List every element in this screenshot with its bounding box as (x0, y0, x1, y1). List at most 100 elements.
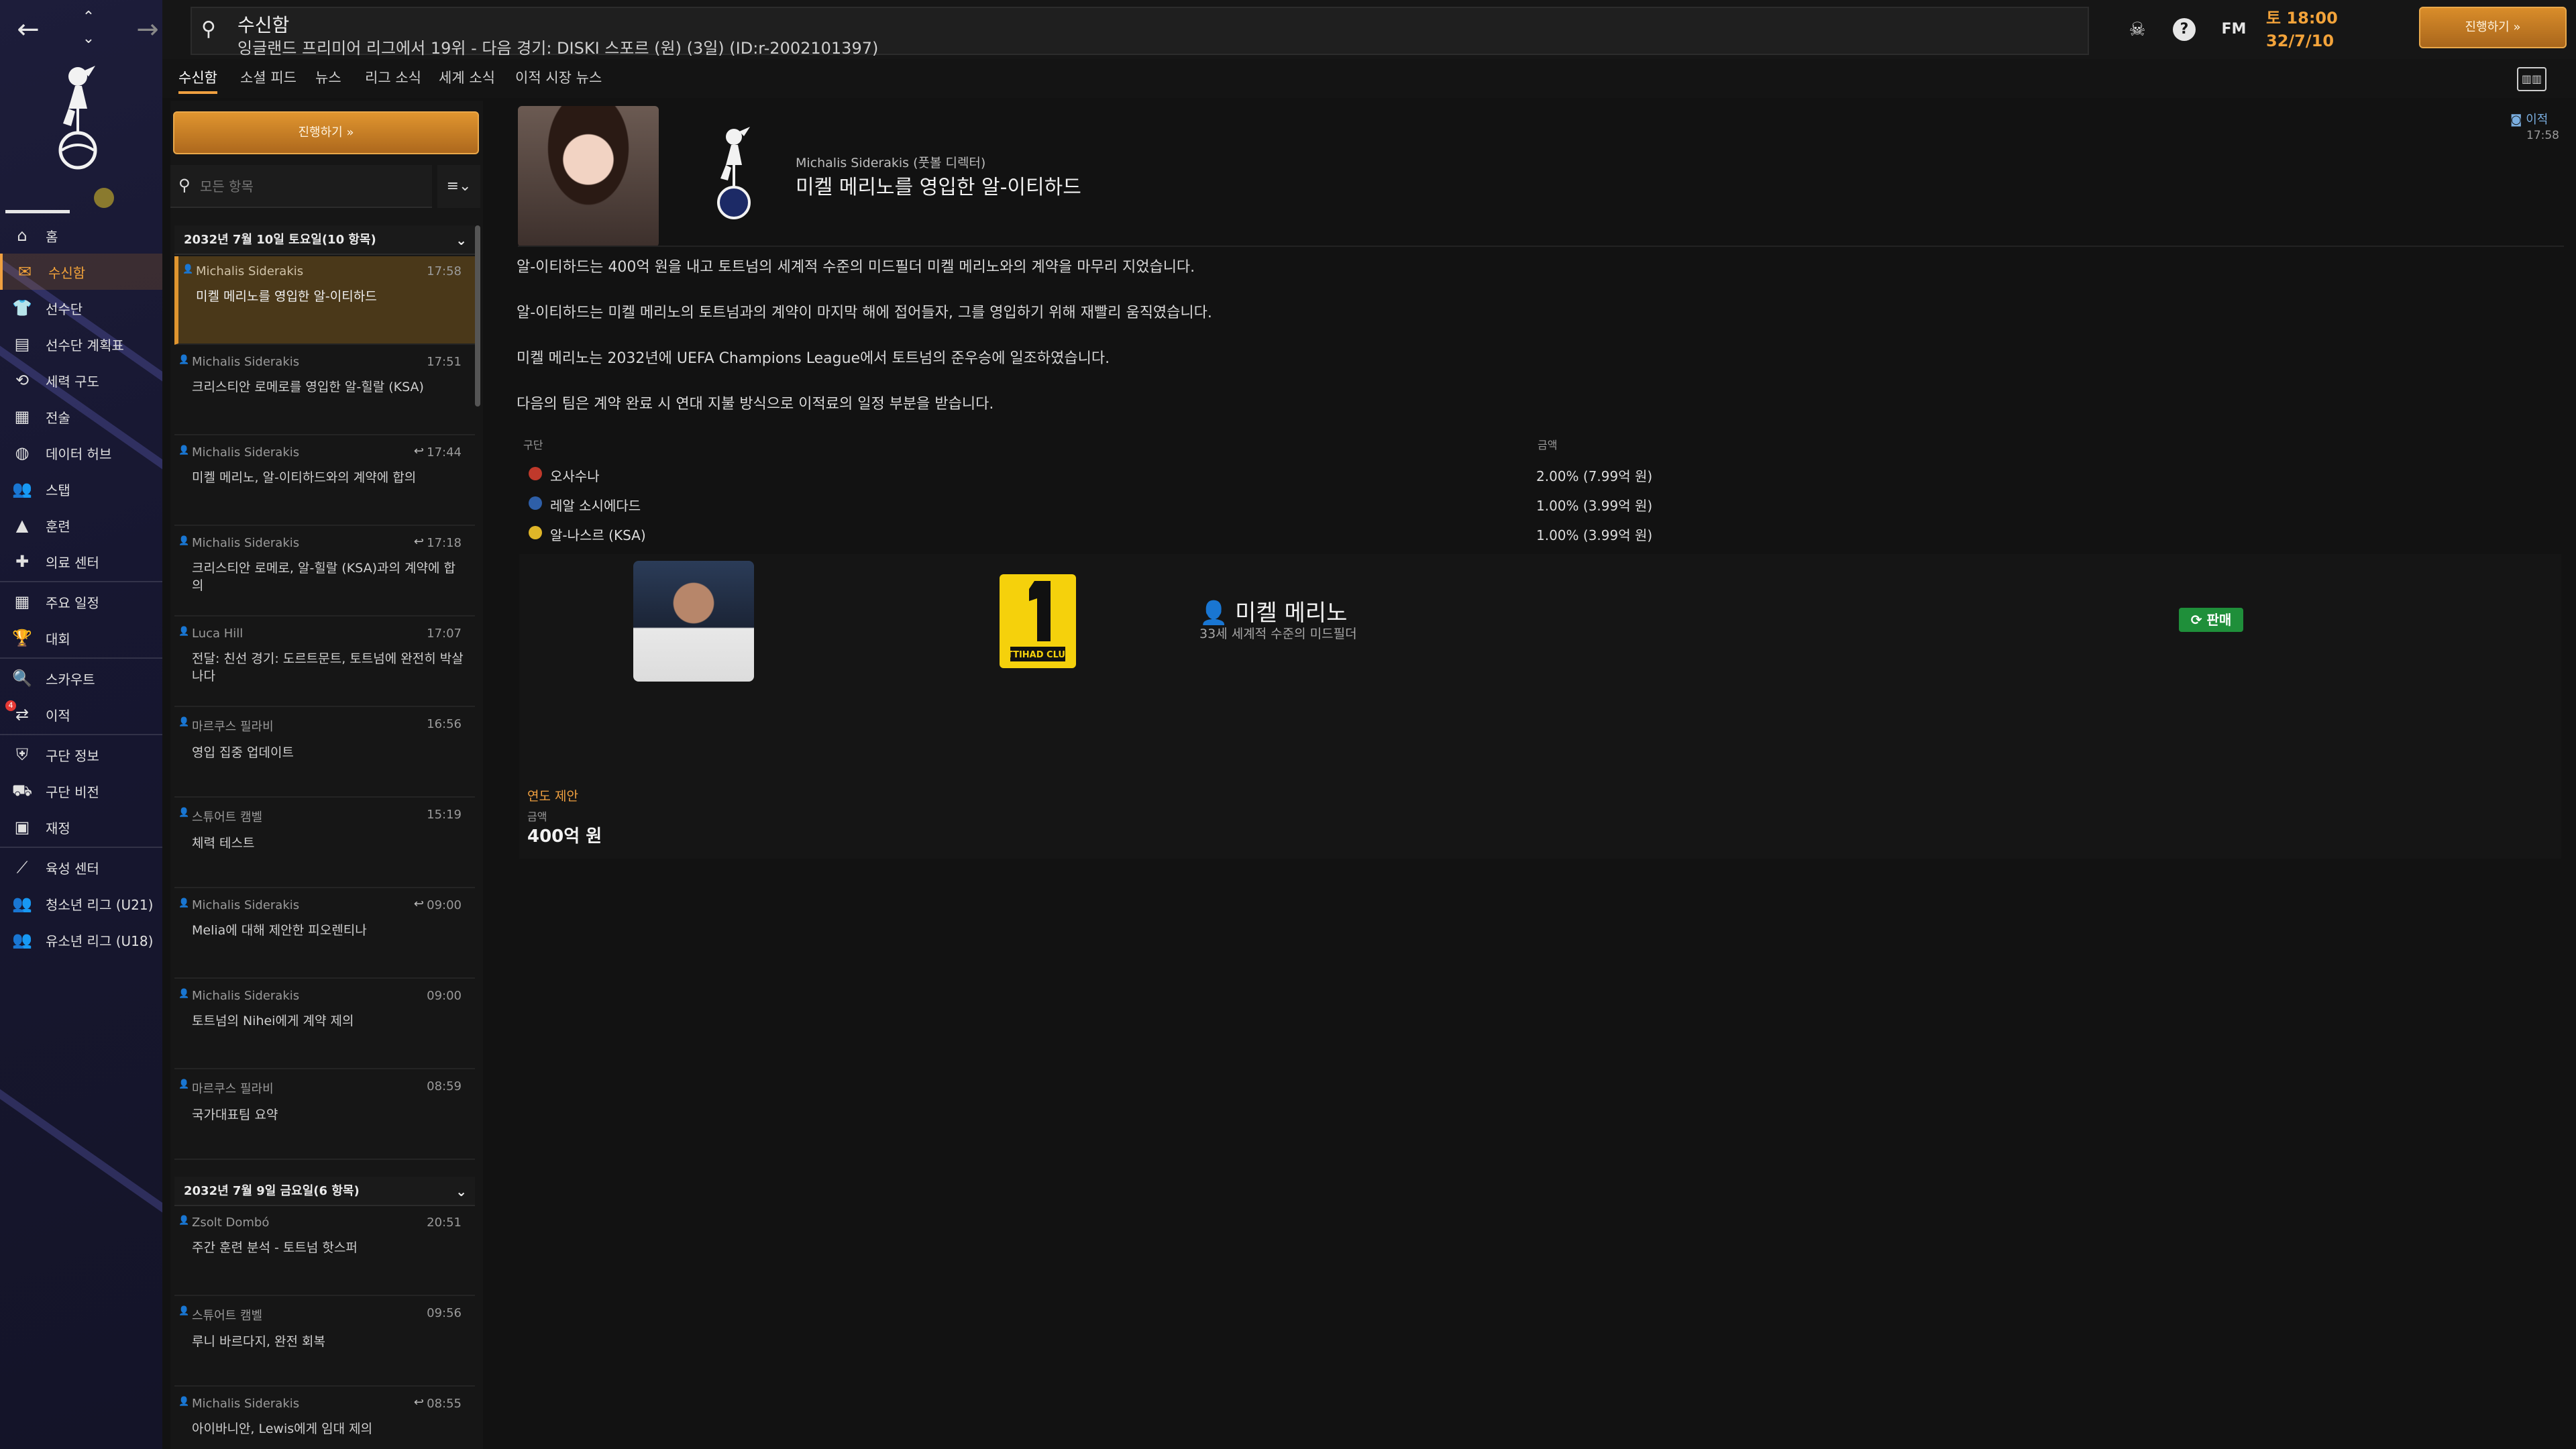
message-time: 20:51 (427, 1216, 462, 1230)
youth-icon: 👥 (12, 930, 32, 949)
table-row[interactable]: 알-나스르 (KSA) 1.00% (3.99억 원) (521, 519, 2037, 549)
club-crest-icon[interactable] (708, 123, 762, 231)
sidebar-item-staff[interactable]: 👥 스탭 (0, 471, 162, 507)
sidebar-item-scouting[interactable]: 🔍 스카우트 (0, 660, 162, 696)
fm-menu-button[interactable]: FM (2219, 15, 2249, 44)
list-item[interactable]: Michalis Siderakis ↩ 17:18 크리스티안 로메로, 알-… (174, 528, 475, 616)
player-photo[interactable] (633, 561, 754, 682)
tab-transfer-news[interactable]: 이적 시장 뉴스 (515, 67, 602, 94)
sidebar-item-inbox[interactable]: ✉ 수신함 (0, 254, 162, 290)
club-crest-icon[interactable] (48, 62, 110, 182)
fee-type-link[interactable]: 연도 제안 (527, 786, 578, 804)
date-group-label: 2032년 7월 9일 금요일(6 항목) (184, 1184, 360, 1198)
table-row[interactable]: 오사수나 2.00% (7.99억 원) (521, 460, 2037, 490)
sidebar-item-home[interactable]: ⌂ 홈 (0, 217, 162, 254)
tab-news[interactable]: 뉴스 (315, 67, 341, 94)
sidebar-item-label: 주요 일정 (46, 594, 99, 611)
sidebar-item-label: 구단 정보 (46, 747, 99, 764)
sidebar-item-training[interactable]: ▲ 훈련 (0, 507, 162, 543)
clock-date: 32/7/10 (2266, 32, 2334, 50)
crest-tab[interactable] (5, 193, 70, 213)
game-clock[interactable]: 토 18:00 32/7/10 (2266, 7, 2347, 54)
date-group-header[interactable]: 2032년 7월 9일 금요일(6 항목) ⌄ (174, 1177, 475, 1206)
message-sender: Zsolt Dombó (178, 1216, 466, 1230)
list-item[interactable]: Zsolt Dombó 20:51 주간 훈련 분석 - 토트넘 핫스퍼 (174, 1208, 475, 1296)
sidebar-item-tactics[interactable]: ▦ 전술 (0, 398, 162, 435)
layout-toggle-icon[interactable]: ▥▥ (2517, 67, 2546, 91)
sidebar: ← ⌃ ⌄ → ⌂ 홈 ✉ 수신함 👕 선수단 ▤ 선수단 계획표 ⟲ 세력 구도 ▦ 전술 … (0, 0, 162, 1449)
sidebar-item-label: 세력 구도 (46, 373, 99, 390)
list-item[interactable]: 스튜어트 캠벨 09:56 루니 바르다지, 완전 회복 (174, 1298, 475, 1387)
ittihad-club-badge-icon[interactable]: ITTIHAD CLUB (997, 572, 1079, 671)
sidebar-item-squad-planner[interactable]: ▤ 선수단 계획표 (0, 326, 162, 362)
sidebar-item-club-vision[interactable]: ⛟ 구단 비전 (0, 773, 162, 809)
sidebar-item-u18[interactable]: 👥 유소년 리그 (U18) (0, 922, 162, 958)
date-group-label: 2032년 7월 10일 토요일(10 항목) (184, 233, 376, 247)
forward-button[interactable]: → (134, 15, 161, 44)
tab-league-news[interactable]: 리그 소식 (365, 67, 421, 94)
list-item[interactable]: Michalis Siderakis ↩ 08:55 아이바니안, Lewis에… (174, 1389, 475, 1449)
tab-inbox[interactable]: 수신함 (178, 67, 217, 94)
sidebar-item-schedule[interactable]: ▦ 주요 일정 (0, 584, 162, 620)
sender-avatar[interactable] (518, 106, 659, 247)
tab-social-feed[interactable]: 소셜 피드 (240, 67, 297, 94)
continue-button[interactable]: 진행하기 » (2419, 7, 2567, 48)
list-item[interactable]: 스튜어트 캠벨 15:19 체력 테스트 (174, 800, 475, 888)
list-item[interactable]: Michalis Siderakis 17:58 미켈 메리노를 영입한 알-이… (174, 256, 475, 345)
list-item[interactable]: Michalis Siderakis ↩ 17:44 미켈 메리노, 알-이티하… (174, 437, 475, 526)
tab-world-news[interactable]: 세계 소식 (439, 67, 495, 94)
table-row[interactable]: 레알 소시에다드 1.00% (3.99억 원) (521, 490, 2037, 519)
filter-menu-button[interactable]: ≡⌄ (437, 165, 480, 208)
skull-icon[interactable]: ☠ (2123, 15, 2152, 44)
sidebar-item-u21[interactable]: 👥 청소년 리그 (U21) (0, 885, 162, 922)
club-name: 오사수나 (550, 468, 600, 484)
notification-badge: 4 (5, 700, 16, 711)
list-item[interactable]: Michalis Siderakis 09:00 토트넘의 Nihei에게 계약… (174, 981, 475, 1069)
player-name[interactable]: 👤 미켈 메리노 (1199, 594, 1347, 627)
message-time: 17:44 (427, 445, 462, 460)
sidebar-item-label: 홈 (46, 228, 58, 245)
message-time: 09:56 (427, 1306, 462, 1320)
person-icon: 👤 (1199, 600, 1236, 627)
list-item[interactable]: Luca Hill 17:07 전달: 친선 경기: 도르트문트, 토트넘에 완… (174, 619, 475, 707)
divider (0, 581, 162, 582)
message-paragraph: 알-이티하드는 400억 원을 내고 토트넘의 세계적 수준의 미드필더 미켈 … (517, 259, 1195, 276)
message-time: 09:00 (427, 989, 462, 1003)
search-icon: ⚲ (178, 176, 191, 195)
message-sender-title[interactable]: Michalis Siderakis (풋볼 디렉터) (796, 153, 985, 171)
history-updown-button[interactable]: ⌃ ⌄ (75, 7, 102, 54)
back-button[interactable]: ← (15, 15, 42, 44)
list-item[interactable]: Michalis Siderakis 17:51 크리스티안 로메로를 영입한 … (174, 347, 475, 435)
sidebar-item-medical[interactable]: ✚ 의료 센터 (0, 543, 162, 580)
list-item[interactable]: Michalis Siderakis ↩ 09:00 Melia에 대해 제안한… (174, 890, 475, 979)
global-search[interactable]: ⚲ 수신함 잉글랜드 프리미어 리그에서 19위 - 다음 경기: DISKI … (191, 7, 2089, 58)
column-header-amount: 금액 (1538, 439, 1558, 451)
sidebar-item-dynamics[interactable]: ⟲ 세력 구도 (0, 362, 162, 398)
clipboard-icon: ▤ (14, 335, 30, 354)
sidebar-decor (0, 932, 162, 1402)
inbox-search-input[interactable] (200, 173, 421, 200)
divider (0, 847, 162, 848)
sidebar-item-label: 선수단 계획표 (46, 337, 124, 354)
sidebar-item-data-hub[interactable]: ◍ 데이터 허브 (0, 435, 162, 471)
sidebar-item-squad[interactable]: 👕 선수단 (0, 290, 162, 326)
inbox-search[interactable]: ⚲ (170, 165, 432, 208)
help-icon[interactable]: ? (2173, 18, 2196, 41)
sidebar-item-competitions[interactable]: 🏆 대회 (0, 620, 162, 656)
continue-button[interactable]: 진행하기 » (173, 111, 479, 154)
sidebar-item-club-info[interactable]: ⛨ 구단 정보 (0, 737, 162, 773)
date-group-header[interactable]: 2032년 7월 10일 토요일(10 항목) ⌄ (174, 225, 475, 255)
message-paragraph: 알-이티하드는 미켈 메리노의 토트넘과의 계약이 마지막 해에 접어들자, 그… (517, 305, 1212, 321)
sidebar-item-transfers[interactable]: 4 ⇄ 이적 (0, 696, 162, 733)
club-badge-icon (529, 467, 542, 480)
list-item[interactable]: 마르쿠스 필라비 16:56 영입 집중 업데이트 (174, 709, 475, 798)
list-item[interactable]: 마르쿠스 필라비 08:59 국가대표팀 요약 (174, 1071, 475, 1160)
inbox-scrollbar[interactable] (475, 225, 480, 407)
youth-icon: 👥 (12, 894, 32, 913)
message-sender: Michalis Siderakis (182, 264, 466, 278)
medical-icon: ✚ (15, 552, 30, 571)
coin-icon[interactable] (94, 188, 114, 208)
sidebar-item-finances[interactable]: ▣ 재정 (0, 809, 162, 845)
sidebar-item-development[interactable]: ⟋ 육성 센터 (0, 849, 162, 885)
sidebar-item-label: 청소년 리그 (U21) (46, 896, 154, 913)
